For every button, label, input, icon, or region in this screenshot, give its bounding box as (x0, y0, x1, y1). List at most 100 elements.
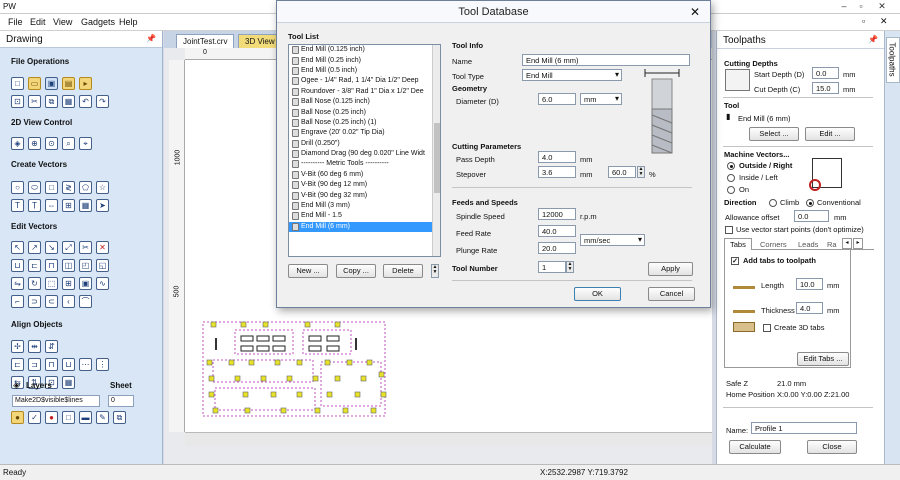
spindle-speed-input[interactable]: 12000 (538, 208, 576, 220)
save-icon[interactable]: ▣ (45, 77, 58, 90)
cancel-button[interactable]: Cancel (648, 287, 695, 301)
length-input[interactable]: 10.0 (796, 278, 823, 290)
select-icon[interactable]: ⊡ (11, 95, 24, 108)
zoom-box-icon[interactable]: ⊕ (28, 137, 41, 150)
rectangle-icon[interactable]: □ (45, 181, 58, 194)
vector-start-checkbox[interactable] (725, 226, 733, 234)
subtract-icon[interactable]: ⊏ (28, 259, 41, 272)
tool-order-spinner[interactable]: ▲ ▼ (431, 264, 439, 278)
cut-icon[interactable]: ✂ (28, 95, 41, 108)
tool-list-item[interactable]: Ball Nose (0.125 inch) (289, 97, 440, 107)
tool-list-item[interactable]: Ball Nose (0.25 inch) (289, 107, 440, 117)
menu-view[interactable]: View (53, 17, 72, 27)
join-icon[interactable]: ◫ (62, 259, 75, 272)
close-icon[interactable]: ✕ (874, 1, 890, 12)
align-left-icon[interactable]: ⊏ (11, 358, 24, 371)
inside-radio[interactable] (727, 174, 735, 182)
tool-list-item[interactable]: V-Bit (60 deg 6 mm) (289, 170, 440, 180)
select-tool-button[interactable]: Select ... (749, 127, 799, 141)
mdi-restore-icon[interactable]: ▫ (862, 16, 865, 26)
tool-list-item[interactable]: Roundover - 3/8" Rad 1" Dia x 1/2" Dee (289, 87, 440, 97)
new-tool-button[interactable]: New ... (288, 264, 328, 278)
spline-icon[interactable]: ∿ (96, 277, 109, 290)
text-on-curve-icon[interactable]: Ṭ (28, 199, 41, 212)
dimension-icon[interactable]: ⇔ (45, 199, 58, 212)
tab-ramps[interactable]: Ra (825, 239, 839, 250)
tool-number-input[interactable]: 1 (538, 261, 566, 273)
tool-number-spinner[interactable]: ▲ ▼ (566, 261, 574, 273)
cut-depth-input[interactable]: 15.0 (812, 82, 839, 94)
thickness-input[interactable]: 4.0 (796, 302, 823, 314)
sheet-select[interactable]: 0 (108, 395, 134, 407)
tool-list-item[interactable]: End Mill (0.25 inch) (289, 55, 440, 65)
trim-icon[interactable]: ✂ (79, 241, 92, 254)
toolpath-name-input[interactable]: Profile 1 (751, 422, 857, 434)
distribute-v-icon[interactable]: ⋮ (96, 358, 109, 371)
close-button[interactable]: Close (807, 440, 857, 454)
tool-list-scrollbar[interactable] (432, 45, 440, 256)
minimize-icon[interactable]: – (836, 1, 852, 12)
diameter-input[interactable]: 6.0 (538, 93, 576, 105)
text-icon[interactable]: T (11, 199, 24, 212)
ellipse-icon[interactable]: ⬭ (28, 181, 41, 194)
node-scale-icon[interactable]: ⤢ (62, 241, 75, 254)
stepover-percent-spinner[interactable]: ▲ ▼ (637, 166, 645, 178)
align-horizontal-icon[interactable]: ⇹ (28, 340, 41, 353)
layer-edit-icon[interactable]: ✎ (96, 411, 109, 424)
weld-icon[interactable]: ⊔ (11, 259, 24, 272)
star-icon[interactable]: ☆ (96, 181, 109, 194)
copy-tool-button[interactable]: Copy ... (336, 264, 376, 278)
redo-icon[interactable]: ↷ (96, 95, 109, 108)
tool-list-item[interactable]: Ball Nose (0.25 inch) (1) (289, 118, 440, 128)
grid-icon[interactable]: ▦ (79, 199, 92, 212)
tab-corners[interactable]: Corners (756, 239, 791, 250)
open-folder-icon[interactable]: ▭ (28, 77, 41, 90)
copy-icon[interactable]: ⧉ (45, 95, 58, 108)
scale-icon[interactable]: ⬚ (45, 277, 58, 290)
tool-list-item[interactable]: ---------- Metric Tools ---------- (289, 159, 440, 169)
menu-help[interactable]: Help (119, 17, 138, 27)
calculate-button[interactable]: Calculate (729, 440, 781, 454)
rotate-icon[interactable]: ↻ (28, 277, 41, 290)
tool-list-item[interactable]: V-Bit (90 deg 12 mm) (289, 180, 440, 190)
apply-button[interactable]: Apply (648, 262, 693, 276)
align-bottom-icon[interactable]: ⊔ (62, 358, 75, 371)
pin-icon[interactable]: 📌 (868, 35, 878, 44)
new-file-icon[interactable]: □ (11, 77, 24, 90)
zoom-icon[interactable]: ⌕ (62, 137, 75, 150)
tool-type-select[interactable]: End Mill (522, 69, 622, 81)
tool-list-item[interactable]: End Mill - 1.5 (289, 211, 440, 221)
layer-color-icon[interactable]: ● (45, 411, 58, 424)
arrow-icon[interactable]: ➤ (96, 199, 109, 212)
menu-file[interactable]: File (8, 17, 23, 27)
climb-radio[interactable] (769, 199, 777, 207)
tool-list-item[interactable]: Diamond Drag (90 deg 0.020" Line Widt (289, 149, 440, 159)
group-icon[interactable]: ▦ (62, 376, 75, 389)
on-radio[interactable] (727, 186, 735, 194)
pan-icon[interactable]: ⌖ (79, 137, 92, 150)
horizontal-scrollbar[interactable] (185, 432, 712, 446)
tab-scroll-right-icon[interactable]: ▸ (853, 238, 863, 249)
polygon-icon[interactable]: ⬠ (79, 181, 92, 194)
layer-manager-icon[interactable]: ⧉ (113, 411, 126, 424)
feed-rate-input[interactable]: 40.0 (538, 225, 576, 237)
layer-select[interactable]: Make2D$visible$lines (12, 395, 100, 407)
pin-icon[interactable]: 📌 (146, 34, 156, 43)
array-icon[interactable]: ⊞ (62, 277, 75, 290)
undo-icon[interactable]: ↶ (79, 95, 92, 108)
visible-check-icon[interactable]: ✓ (28, 411, 41, 424)
align-vertical-icon[interactable]: ⇵ (45, 340, 58, 353)
tbone-icon[interactable]: ⊂ (45, 295, 58, 308)
outside-radio[interactable] (727, 162, 735, 170)
start-depth-input[interactable]: 0.0 (812, 67, 839, 79)
add-tabs-checkbox[interactable]: ✓ (731, 257, 739, 265)
lock-icon[interactable]: □ (62, 411, 75, 424)
stepover-percent-input[interactable]: 60.0 (608, 166, 636, 178)
tool-list[interactable]: End Mill (0.125 inch) End Mill (0.25 inch… (288, 44, 441, 257)
ok-button[interactable]: OK (574, 287, 621, 301)
pass-depth-input[interactable]: 4.0 (538, 151, 576, 163)
maximize-icon[interactable]: ▫ (853, 1, 869, 12)
distribute-h-icon[interactable]: ⋯ (79, 358, 92, 371)
intersect-icon[interactable]: ⊓ (45, 259, 58, 272)
mirror-icon[interactable]: ⇋ (11, 277, 24, 290)
